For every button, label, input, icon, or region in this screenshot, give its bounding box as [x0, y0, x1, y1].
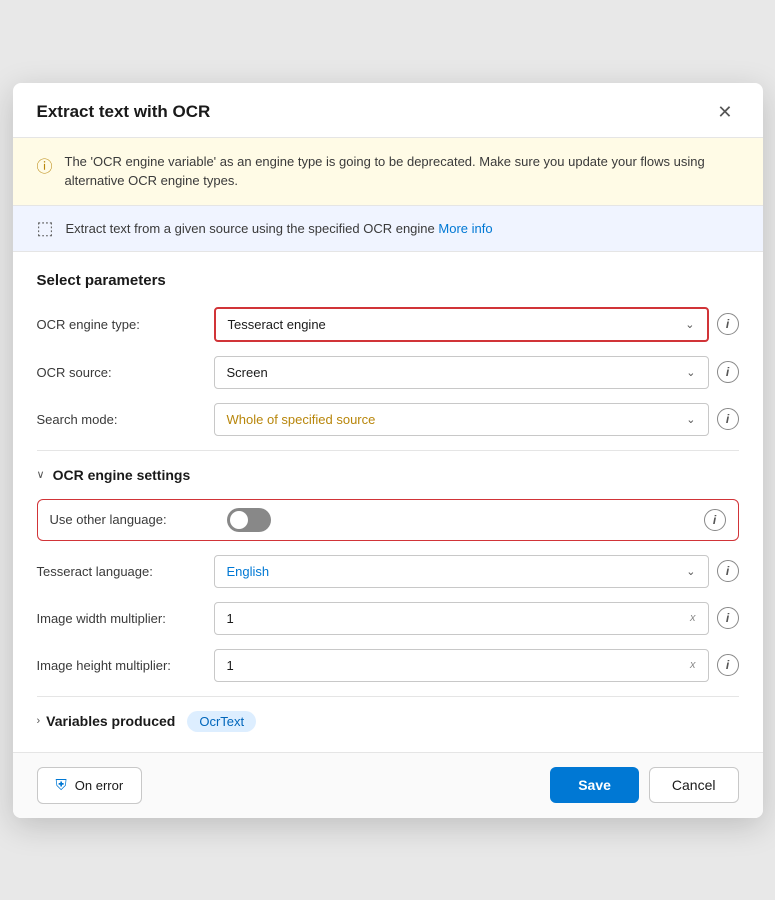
- clear-icon[interactable]: x: [690, 659, 696, 671]
- toggle-thumb: [230, 511, 248, 529]
- parameters-section-title: Select parameters: [37, 272, 739, 289]
- variables-label: Variables produced: [46, 713, 175, 729]
- collapse-arrow-icon: ∨: [37, 468, 45, 481]
- image-height-multiplier-control: 1 x i: [214, 649, 739, 682]
- warning-icon: ⓘ: [37, 153, 53, 177]
- section-divider: [37, 450, 739, 451]
- image-height-multiplier-info-icon[interactable]: i: [717, 654, 739, 676]
- dialog-header: Extract text with OCR ✕: [13, 83, 763, 138]
- tesseract-language-row: Tesseract language: English ⌄ i: [37, 555, 739, 588]
- tesseract-language-dropdown[interactable]: English ⌄: [214, 555, 709, 588]
- warning-text: The 'OCR engine variable' as an engine t…: [65, 152, 739, 191]
- close-button[interactable]: ✕: [711, 101, 738, 123]
- variables-section: › Variables produced OcrText: [37, 696, 739, 732]
- ocr-engine-type-label: OCR engine type:: [37, 317, 202, 332]
- cancel-button[interactable]: Cancel: [649, 767, 739, 803]
- tesseract-language-info-icon[interactable]: i: [717, 560, 739, 582]
- save-button[interactable]: Save: [550, 767, 639, 803]
- tesseract-language-control: English ⌄ i: [214, 555, 739, 588]
- ocr-source-dropdown[interactable]: Screen ⌄: [214, 356, 709, 389]
- use-other-language-info-icon[interactable]: i: [704, 509, 726, 531]
- more-info-link[interactable]: More info: [438, 221, 492, 236]
- warning-banner: ⓘ The 'OCR engine variable' as an engine…: [13, 138, 763, 206]
- dialog-title: Extract text with OCR: [37, 102, 211, 122]
- ocr-source-info-icon[interactable]: i: [717, 361, 739, 383]
- extract-text-ocr-dialog: Extract text with OCR ✕ ⓘ The 'OCR engin…: [13, 83, 763, 818]
- tesseract-language-label: Tesseract language:: [37, 564, 202, 579]
- image-width-multiplier-label: Image width multiplier:: [37, 611, 202, 626]
- variable-badge: OcrText: [187, 711, 256, 732]
- chevron-down-icon: ⌄: [685, 318, 694, 331]
- image-height-multiplier-row: Image height multiplier: 1 x i: [37, 649, 739, 682]
- ocr-source-row: OCR source: Screen ⌄ i: [37, 356, 739, 389]
- variables-arrow-icon: ›: [37, 715, 41, 727]
- ocr-engine-type-row: OCR engine type: Tesseract engine ⌄ i: [37, 307, 739, 342]
- search-mode-info-icon[interactable]: i: [717, 408, 739, 430]
- footer-actions: Save Cancel: [550, 767, 738, 803]
- ocr-icon: ⬚: [37, 218, 54, 239]
- search-mode-row: Search mode: Whole of specified source ⌄…: [37, 403, 739, 436]
- toggle-track[interactable]: [227, 508, 271, 532]
- ocr-source-control: Screen ⌄ i: [214, 356, 739, 389]
- chevron-down-icon: ⌄: [686, 413, 695, 426]
- image-width-multiplier-control: 1 x i: [214, 602, 739, 635]
- info-banner: ⬚ Extract text from a given source using…: [13, 206, 763, 252]
- engine-settings-title: OCR engine settings: [53, 467, 191, 483]
- chevron-down-icon: ⌄: [686, 565, 695, 578]
- info-banner-text: Extract text from a given source using t…: [66, 221, 493, 236]
- ocr-engine-type-dropdown[interactable]: Tesseract engine ⌄: [214, 307, 709, 342]
- image-height-multiplier-label: Image height multiplier:: [37, 658, 202, 673]
- chevron-down-icon: ⌄: [686, 366, 695, 379]
- dialog-body: Select parameters OCR engine type: Tesse…: [13, 252, 763, 752]
- engine-settings-header[interactable]: ∨ OCR engine settings: [37, 467, 739, 483]
- dialog-footer: ⛨ On error Save Cancel: [13, 752, 763, 818]
- use-other-language-label: Use other language:: [50, 512, 215, 527]
- ocr-engine-type-control: Tesseract engine ⌄ i: [214, 307, 739, 342]
- search-mode-label: Search mode:: [37, 412, 202, 427]
- ocr-engine-type-info-icon[interactable]: i: [717, 313, 739, 335]
- image-width-multiplier-info-icon[interactable]: i: [717, 607, 739, 629]
- image-width-multiplier-row: Image width multiplier: 1 x i: [37, 602, 739, 635]
- clear-icon[interactable]: x: [690, 612, 696, 624]
- variables-toggle[interactable]: › Variables produced: [37, 713, 176, 729]
- image-height-multiplier-input[interactable]: 1 x: [214, 649, 709, 682]
- use-other-language-toggle[interactable]: [227, 508, 271, 532]
- use-other-language-row: Use other language: i: [37, 499, 739, 541]
- on-error-button[interactable]: ⛨ On error: [37, 767, 143, 804]
- ocr-source-label: OCR source:: [37, 365, 202, 380]
- image-width-multiplier-input[interactable]: 1 x: [214, 602, 709, 635]
- shield-icon: ⛨: [56, 777, 67, 794]
- search-mode-control: Whole of specified source ⌄ i: [214, 403, 739, 436]
- search-mode-dropdown[interactable]: Whole of specified source ⌄: [214, 403, 709, 436]
